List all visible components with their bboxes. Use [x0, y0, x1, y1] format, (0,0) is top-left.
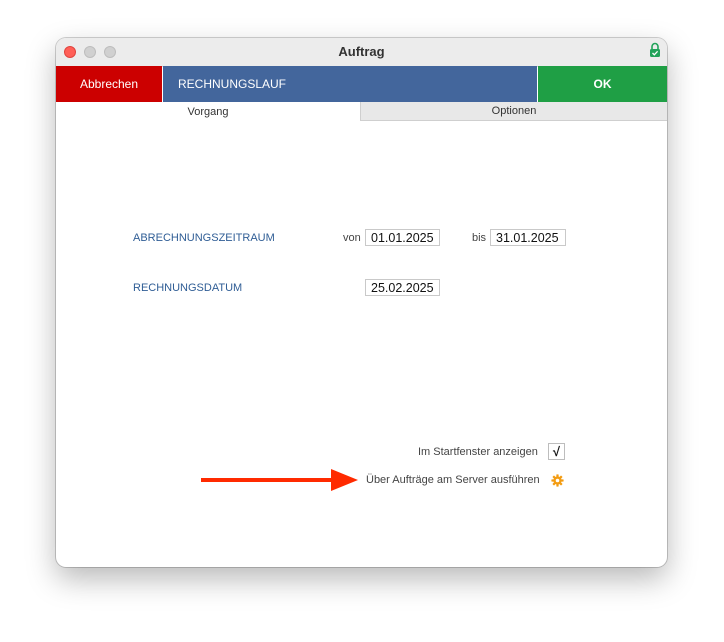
tab-vorgang[interactable]: Vorgang — [56, 102, 360, 121]
title-bar: Auftrag — [56, 38, 667, 67]
show-in-start-window-checkbox[interactable]: √ — [548, 443, 565, 460]
invoice-date-label: RECHNUNGSDATUM — [133, 282, 243, 294]
ok-button[interactable]: OK — [538, 66, 667, 102]
run-on-server-label: Über Aufträge am Server ausführen — [366, 474, 540, 486]
tab-optionen[interactable]: Optionen — [360, 102, 667, 121]
to-date-field[interactable]: 31.01.2025 — [490, 229, 566, 246]
window-title: Auftrag — [338, 44, 385, 59]
from-date-field[interactable]: 01.01.2025 — [365, 229, 440, 246]
to-label: bis — [472, 232, 487, 244]
cancel-button[interactable]: Abbrechen — [56, 66, 162, 102]
lock-icon[interactable] — [649, 42, 661, 58]
gear-icon[interactable] — [551, 474, 564, 487]
arrow-right-icon — [201, 469, 358, 491]
job-title: RECHNUNGSLAUF — [163, 66, 537, 102]
from-label: von — [343, 232, 361, 244]
invoice-date-field[interactable]: 25.02.2025 — [365, 279, 440, 296]
show-in-start-window-label: Im Startfenster anzeigen — [418, 446, 538, 458]
action-bar: Abbrechen RECHNUNGSLAUF OK — [56, 66, 667, 102]
dialog-window: Auftrag Abbrechen RECHNUNGSLAUF OK Vorga… — [56, 38, 667, 567]
billing-period-label: ABRECHNUNGSZEITRAUM — [133, 232, 275, 244]
